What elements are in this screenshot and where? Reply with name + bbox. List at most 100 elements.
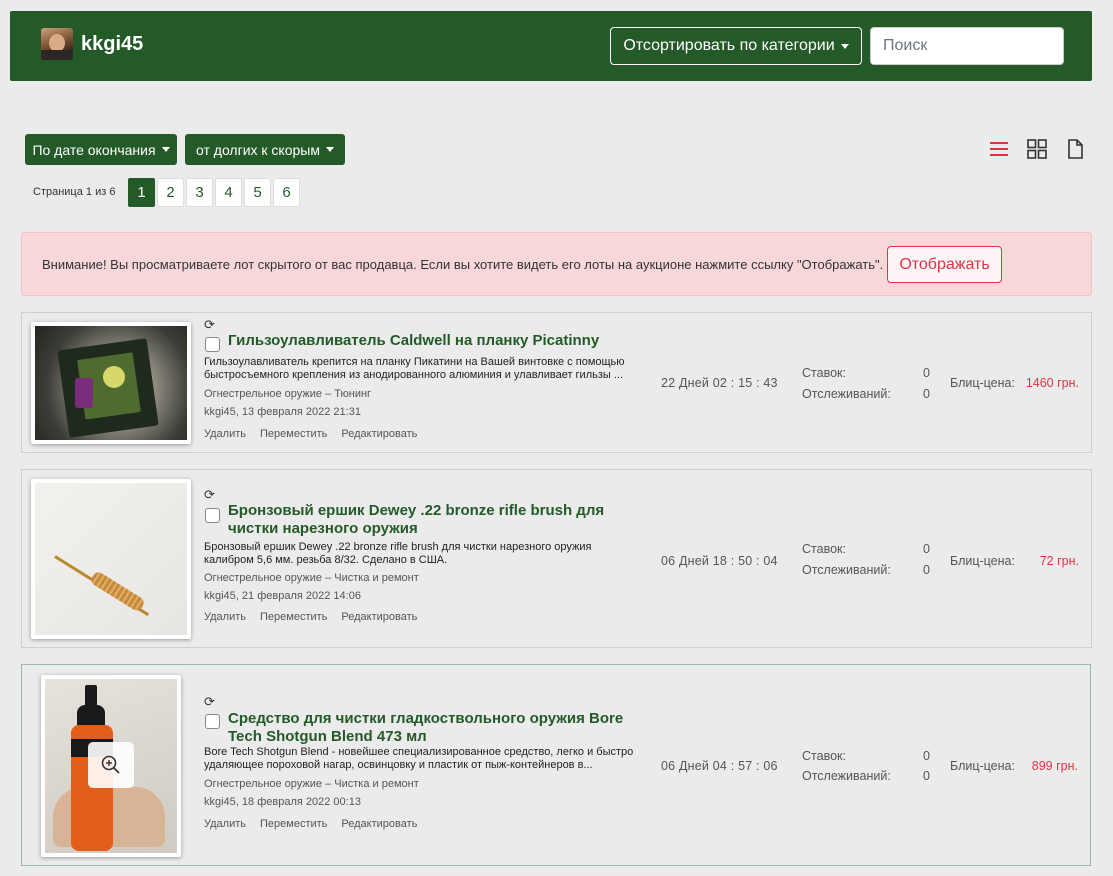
blitz-label: Блиц-цена: [950, 554, 1015, 568]
category-link[interactable]: Огнестрельное оружие [204, 572, 322, 584]
page-info: Страница 1 из 6 [33, 186, 116, 198]
lot-title-line[interactable]: Бронзовый ершик Dewey .22 bronze rifle b… [228, 502, 604, 520]
subcategory-link[interactable]: Чистка и ремонт [334, 778, 418, 790]
blitz-label: Блиц-цена: [950, 376, 1015, 390]
delete-link[interactable]: Удалить [204, 428, 246, 440]
lot-checkbox[interactable] [205, 337, 220, 352]
lot-category: Огнестрельное оружие – Чистка и ремонт [204, 778, 419, 790]
show-seller-button[interactable]: Отображать [887, 246, 1002, 283]
watchers-value: 0 [923, 387, 930, 401]
list-icon[interactable] [987, 137, 1011, 161]
caret-down-icon [840, 43, 849, 49]
blitz-price: 1460 грн. [1025, 376, 1079, 390]
hidden-seller-alert: Внимание! Вы просматриваете лот скрытого… [21, 232, 1092, 296]
delete-link[interactable]: Удалить [204, 818, 246, 830]
sort-field-label: По дате окончания [32, 141, 156, 158]
lot-title-line[interactable]: Tech Shotgun Blend 473 мл [228, 728, 623, 746]
lot-description-line: удаляющее пороховой нагар, освинцовку и … [204, 759, 593, 771]
bids-label: Ставок: [802, 542, 846, 556]
bids-label: Ставок: [802, 366, 846, 380]
lot-title-line[interactable]: Гильзоулавливатель Caldwell на планку Pi… [228, 332, 599, 350]
lot-description-line: калибром 5,6 мм. резьба 8/32. Сделано в … [204, 554, 448, 566]
lot-actions: Удалить Переместить Редактировать [204, 611, 417, 623]
sort-by-category-dropdown[interactable]: Отсортировать по категории [610, 27, 862, 65]
page-3[interactable]: 3 [186, 178, 213, 207]
bids-value: 0 [923, 542, 930, 556]
blitz-label: Блиц-цена: [950, 759, 1015, 773]
sort-by-category-label: Отсортировать по категории [623, 37, 835, 54]
lot-item: ⟳ Гильзоулавливатель Caldwell на планку … [21, 312, 1092, 453]
username-link[interactable]: kkgi45 [81, 33, 143, 56]
delete-link[interactable]: Удалить [204, 611, 246, 623]
lot-title[interactable]: Средство для чистки гладкоствольного ору… [228, 710, 623, 746]
sort-order-label: от долгих к скорым [196, 141, 320, 158]
bids-label: Ставок: [802, 749, 846, 763]
document-icon[interactable] [1063, 137, 1087, 161]
page-6[interactable]: 6 [273, 178, 300, 207]
lot-timer: 06 Дней 04 : 57 : 06 [661, 759, 778, 773]
page-2[interactable]: 2 [157, 178, 184, 207]
avatar[interactable] [41, 28, 73, 60]
lot-item: ⟳ Бронзовый ершик Dewey .22 bronze rifle… [21, 469, 1092, 648]
lot-title[interactable]: Гильзоулавливатель Caldwell на планку Pi… [228, 332, 599, 350]
refresh-icon[interactable]: ⟳ [204, 487, 215, 503]
alert-text: Внимание! Вы просматриваете лот скрытого… [42, 257, 884, 272]
lot-checkbox[interactable] [205, 714, 220, 729]
refresh-icon[interactable]: ⟳ [204, 317, 215, 333]
sort-order-dropdown[interactable]: от долгих к скорым [185, 134, 345, 165]
lot-timer: 22 Дней 02 : 15 : 43 [661, 376, 778, 390]
lot-description-line: Гильзоулавливатель крепится на планку Пи… [204, 356, 625, 368]
watchers-label: Отслеживаний: [802, 387, 891, 401]
watchers-label: Отслеживаний: [802, 563, 891, 577]
lot-actions: Удалить Переместить Редактировать [204, 428, 417, 440]
watchers-value: 0 [923, 563, 930, 577]
watchers-value: 0 [923, 769, 930, 783]
lot-description-line: Bore Tech Shotgun Blend - новейшее специ… [204, 746, 634, 758]
page-5[interactable]: 5 [244, 178, 271, 207]
subcategory-link[interactable]: Тюнинг [334, 388, 371, 400]
lot-checkbox[interactable] [205, 508, 220, 523]
lot-description-line: быстросъемного крепления из анодированно… [204, 369, 624, 381]
lot-author-date: kkgi45, 21 февраля 2022 14:06 [204, 590, 361, 602]
lot-title[interactable]: Бронзовый ершик Dewey .22 bronze rifle b… [228, 502, 604, 538]
lot-actions: Удалить Переместить Редактировать [204, 818, 417, 830]
lot-description: Bore Tech Shotgun Blend - новейшее специ… [204, 746, 633, 772]
lot-description-line: Бронзовый ершик Dewey .22 bronze rifle b… [204, 541, 592, 553]
search-input[interactable] [870, 27, 1064, 65]
lot-description: Бронзовый ершик Dewey .22 bronze rifle b… [204, 541, 592, 567]
lot-description: Гильзоулавливатель крепится на планку Пи… [204, 356, 625, 382]
lot-title-line[interactable]: чистки нарезного оружия [228, 520, 604, 538]
sort-field-dropdown[interactable]: По дате окончания [25, 134, 177, 165]
category-link[interactable]: Огнестрельное оружие [204, 778, 322, 790]
lot-category: Огнестрельное оружие – Тюнинг [204, 388, 372, 400]
lot-timer: 06 Дней 18 : 50 : 04 [661, 554, 778, 568]
bids-value: 0 [923, 749, 930, 763]
refresh-icon[interactable]: ⟳ [204, 694, 215, 710]
blitz-price: 72 грн. [1039, 554, 1079, 568]
subcategory-link[interactable]: Чистка и ремонт [334, 572, 418, 584]
grid-icon[interactable] [1025, 137, 1049, 161]
lot-author-date: kkgi45, 18 февраля 2022 00:13 [204, 796, 361, 808]
page-1[interactable]: 1 [128, 178, 155, 207]
move-link[interactable]: Переместить [260, 818, 327, 830]
bids-value: 0 [923, 366, 930, 380]
move-link[interactable]: Переместить [260, 611, 327, 623]
category-link[interactable]: Огнестрельное оружие [204, 388, 322, 400]
lot-thumbnail[interactable] [41, 675, 181, 857]
edit-link[interactable]: Редактировать [341, 428, 417, 440]
move-link[interactable]: Переместить [260, 428, 327, 440]
page-4[interactable]: 4 [215, 178, 242, 207]
caret-down-icon [161, 147, 170, 152]
pagination: 1 2 3 4 5 6 [128, 178, 302, 207]
lot-thumbnail[interactable] [31, 479, 191, 639]
lot-title-line[interactable]: Средство для чистки гладкоствольного ору… [228, 710, 623, 728]
lot-author-date: kkgi45, 13 февраля 2022 21:31 [204, 406, 361, 418]
watchers-label: Отслеживаний: [802, 769, 891, 783]
lot-thumbnail[interactable] [31, 322, 191, 444]
top-navbar: kkgi45 Отсортировать по категории [10, 11, 1092, 81]
edit-link[interactable]: Редактировать [341, 818, 417, 830]
zoom-in-icon[interactable] [88, 742, 134, 788]
edit-link[interactable]: Редактировать [341, 611, 417, 623]
lot-category: Огнестрельное оружие – Чистка и ремонт [204, 572, 419, 584]
lot-item: ⟳ Средство для чистки гладкоствольного о… [21, 664, 1091, 866]
